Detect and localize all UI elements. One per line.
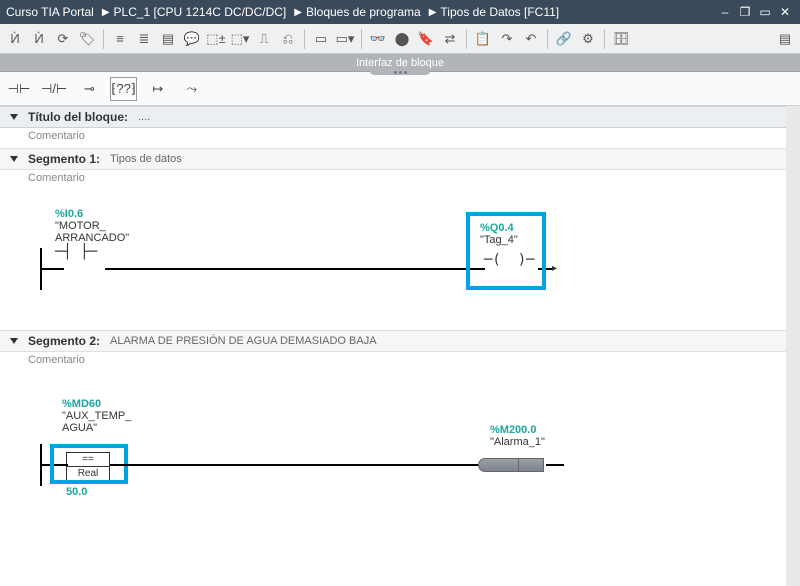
chevron-right-icon: ▶ — [429, 7, 437, 18]
quick-empty-box[interactable]: ⁅??⁆ — [110, 77, 137, 101]
function-block-placeholder[interactable] — [478, 458, 544, 472]
compare-type: Real — [67, 467, 109, 480]
chevron-right-icon: ▶ — [102, 7, 110, 18]
coil-address: %Q0.4 — [480, 222, 535, 234]
toolbar-btn-monitor[interactable]: 👓 — [367, 28, 389, 50]
chevron-right-icon: ▶ — [294, 7, 302, 18]
toolbar-btn-1[interactable]: Ѝ — [4, 28, 26, 50]
segment-1-header[interactable]: Segmento 1: Tipos de datos — [0, 148, 786, 170]
toolbar-btn-panel[interactable]: ▤ — [774, 28, 796, 50]
coil-tag: "Alarma_1" — [490, 436, 545, 448]
compare-aux-temp-agua[interactable]: %MD60 "AUX_TEMP_ AGUA" — [62, 398, 131, 434]
toolbar-btn-next[interactable]: ↷ — [496, 28, 518, 50]
coil-alarma1[interactable]: %M200.0 "Alarma_1" — [490, 424, 545, 448]
contact-tag: "MOTOR_ ARRANCADO" — [55, 220, 129, 244]
toolbar-btn-go-online[interactable]: ⬤ — [391, 28, 413, 50]
segment-2-subtitle[interactable]: ALARMA DE PRESIÓN DE AGUA DEMASIADO BAJA — [110, 335, 377, 347]
contact-address: %I0.6 — [55, 208, 129, 220]
interface-collapse-bar[interactable]: Interfaz de bloque — [0, 54, 800, 72]
toolbar-btn-prev[interactable]: ↶ — [520, 28, 542, 50]
compare-tag: "AUX_TEMP_ AGUA" — [62, 410, 131, 434]
toolbar-btn-2[interactable]: Ѝ — [28, 28, 50, 50]
interface-label: Interfaz de bloque — [356, 57, 444, 69]
window-max-button[interactable]: ▭ — [756, 3, 774, 21]
quick-branch-close[interactable]: ⤳ — [179, 77, 205, 101]
toolbar-btn-comment[interactable]: 💬 — [181, 28, 203, 50]
window-restore-button[interactable]: ❐ — [736, 3, 754, 21]
segment-1-network[interactable]: %I0.6 "MOTOR_ ARRANCADO" ─┤ ├─ %Q0.4 "Ta… — [0, 190, 786, 330]
toolbar-btn-seg-del[interactable]: ⬚▾ — [229, 28, 251, 50]
toolbar-btn-clip[interactable]: 📋 — [472, 28, 494, 50]
compare-address: %MD60 — [62, 398, 131, 410]
quick-insert-bar: ⊣⊢ ⊣/⊢ ⊸ ⁅??⁆ ↦ ⤳ — [0, 72, 800, 106]
quick-contact-no[interactable]: ⊣⊢ — [6, 77, 32, 101]
coil-icon: ─( )─ — [484, 252, 535, 268]
block-comment[interactable]: Comentario — [0, 128, 786, 148]
breadcrumb-item[interactable]: Tipos de Datos [FC11] — [440, 5, 559, 19]
coil-address: %M200.0 — [490, 424, 545, 436]
contact-motor-arrancado[interactable]: %I0.6 "MOTOR_ ARRANCADO" ─┤ ├─ — [55, 208, 129, 260]
toolbar-btn-link[interactable]: 🔗 — [553, 28, 575, 50]
segment-2-header[interactable]: Segmento 2: ALARMA DE PRESIÓN DE AGUA DE… — [0, 330, 786, 352]
toolbar-btn-sync[interactable]: ⇄ — [439, 28, 461, 50]
breadcrumb-item[interactable]: Curso TIA Portal — [6, 5, 94, 19]
toolbar-btn-refresh[interactable]: ⟳ — [52, 28, 74, 50]
segment-2-network[interactable]: %MD60 "AUX_TEMP_ AGUA" == Real 50.0 %M20… — [0, 372, 786, 532]
segment-1-label: Segmento 1: — [28, 152, 100, 166]
title-bar: Curso TIA Portal ▶ PLC_1 [CPU 1214C DC/D… — [0, 0, 800, 24]
main-toolbar: Ѝ Ѝ ⟳ 🏷 ≡ ≣ ▤ 💬 ⬚± ⬚▾ ⎍ ⎌ ▭ ▭▾ 👓 ⬤ 🔖 ⇄ 📋… — [0, 24, 800, 54]
toolbar-btn-tag[interactable]: 🏷 — [76, 28, 98, 50]
segment-2-label: Segmento 2: — [28, 334, 100, 348]
toolbar-btn-list2[interactable]: ≣ — [133, 28, 155, 50]
window-close-button[interactable]: ✕ — [776, 3, 794, 21]
toolbar-btn-list3[interactable]: ▤ — [157, 28, 179, 50]
toolbar-btn-branch2[interactable]: ⎌ — [277, 28, 299, 50]
toolbar-btn-db[interactable]: 🗄 — [610, 28, 632, 50]
toolbar-btn-list1[interactable]: ≡ — [109, 28, 131, 50]
coil-tag: "Tag_4" — [480, 234, 535, 246]
compare-box[interactable]: == Real — [66, 452, 110, 481]
block-title-value[interactable]: .... — [138, 111, 150, 123]
segment-2-comment[interactable]: Comentario — [0, 352, 786, 372]
collapse-icon[interactable] — [10, 114, 18, 120]
quick-branch-open[interactable]: ↦ — [145, 77, 171, 101]
toolbar-btn-seg-ins[interactable]: ⬚± — [205, 28, 227, 50]
block-title-header[interactable]: Título del bloque: .... — [0, 106, 786, 128]
rung-end-icon: ▸ — [552, 263, 557, 274]
compare-value[interactable]: 50.0 — [66, 486, 87, 498]
quick-coil[interactable]: ⊸ — [76, 77, 102, 101]
quick-contact-nc[interactable]: ⊣/⊢ — [40, 77, 68, 101]
collapse-icon[interactable] — [10, 156, 18, 162]
toolbar-btn-misc[interactable]: ⚙ — [577, 28, 599, 50]
collapse-icon[interactable] — [10, 338, 18, 344]
vertical-scrollbar-thumb[interactable] — [788, 146, 798, 266]
toolbar-btn-branch[interactable]: ⎍ — [253, 28, 275, 50]
ladder-editor: Título del bloque: .... Comentario Segme… — [0, 106, 800, 586]
breadcrumb-item[interactable]: PLC_1 [CPU 1214C DC/DC/DC] — [114, 5, 287, 19]
compare-op: == — [67, 453, 109, 467]
toolbar-btn-tags[interactable]: 🔖 — [415, 28, 437, 50]
block-title-label: Título del bloque: — [28, 110, 128, 124]
coil-tag4[interactable]: %Q0.4 "Tag_4" ─( )─ — [480, 222, 535, 268]
segment-1-comment[interactable]: Comentario — [0, 170, 786, 190]
toolbar-btn-box1[interactable]: ▭ — [310, 28, 332, 50]
window-min-button[interactable]: – — [716, 3, 734, 21]
breadcrumb-item[interactable]: Bloques de programa — [306, 5, 421, 19]
toolbar-btn-box2[interactable]: ▭▾ — [334, 28, 356, 50]
no-contact-icon: ─┤ ├─ — [55, 244, 97, 260]
segment-1-subtitle[interactable]: Tipos de datos — [110, 153, 182, 165]
